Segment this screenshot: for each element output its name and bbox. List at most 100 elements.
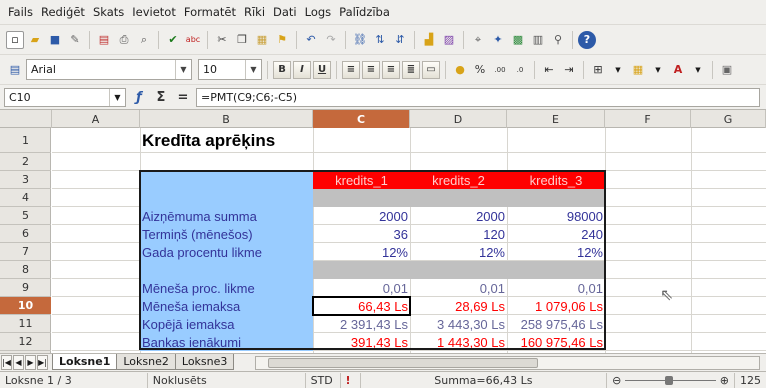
menu-tools[interactable]: Rīki [240,5,269,19]
menu-format[interactable]: Formatēt [180,5,240,19]
increase-indent-icon[interactable]: ⇥ [560,61,578,79]
sheet-tab-loksne1[interactable]: Loksne1 [52,354,118,370]
sheet-tab-loksne3[interactable]: Loksne3 [174,354,235,370]
next-sheet-icon[interactable]: ▶ [25,355,36,370]
chevron-down-icon[interactable]: ▼ [689,61,707,79]
menu-help[interactable]: Palīdzība [335,5,394,19]
edit-document-icon[interactable]: ✎ [66,31,84,49]
chevron-down-icon[interactable]: ▼ [245,60,261,79]
function-equals-icon[interactable]: = [174,88,192,107]
sheet-title[interactable]: Kredīta aprēķins [140,128,410,153]
menu-data[interactable]: Dati [269,5,301,19]
menu-file[interactable]: Fails [4,5,37,19]
row-header[interactable]: 6 [0,225,51,243]
sort-ascending-icon[interactable]: ⇅ [371,31,389,49]
find-icon[interactable]: ⌖ [469,31,487,49]
toolbar-options-icon[interactable]: ▣ [718,61,736,79]
borders-icon[interactable]: ⊞ [589,61,607,79]
zoom-icon[interactable]: ⚲ [549,31,567,49]
spreadsheet-grid[interactable]: Kredīta aprēķins kredits_1 kredits_2 kre… [52,128,766,353]
undo-icon[interactable]: ↶ [302,31,320,49]
zoom-in-icon[interactable]: ⊕ [720,374,729,387]
zoom-percent[interactable]: 125 [735,373,766,388]
selection-mode[interactable]: STD [306,372,341,388]
chevron-down-icon[interactable]: ▼ [109,88,125,106]
justify-icon[interactable]: ≣ [402,60,420,79]
column-header-d[interactable]: D [410,110,507,128]
data-sources-icon[interactable]: ▥ [529,31,547,49]
zoom-slider[interactable]: ⊖ ⊕ [607,372,735,388]
print-preview-icon[interactable]: ⌕ [135,31,153,49]
column-header-e[interactable]: E [507,110,605,128]
row-header[interactable]: 2 [0,153,51,171]
zoom-track[interactable] [625,375,716,385]
format-paintbrush-icon[interactable]: ⚑ [273,31,291,49]
last-sheet-icon[interactable]: ▶| [37,355,48,370]
merge-cells-icon[interactable]: ▭ [422,60,440,79]
redo-icon[interactable]: ↷ [322,31,340,49]
row-header[interactable]: 4 [0,189,51,207]
spellcheck-icon[interactable]: ✔ [164,31,182,49]
percent-format-icon[interactable]: % [471,61,489,79]
new-document-icon[interactable]: ▫ [6,30,24,49]
font-name-select[interactable]: Arial ▼ [26,59,192,80]
help-icon[interactable]: ? [578,30,596,49]
open-folder-icon[interactable]: ▰ [26,31,44,49]
previous-sheet-icon[interactable]: ◀ [13,355,24,370]
underline-icon[interactable]: U [313,60,331,79]
pivot-table-icon[interactable]: ▨ [440,31,458,49]
row-header[interactable]: 12 [0,333,51,351]
sort-descending-icon[interactable]: ⇵ [391,31,409,49]
menu-view[interactable]: Skats [89,5,128,19]
first-sheet-icon[interactable]: |◀ [1,355,12,370]
select-all-corner[interactable] [0,110,52,128]
decrease-indent-icon[interactable]: ⇤ [540,61,558,79]
row-header[interactable]: 5 [0,207,51,225]
paste-icon[interactable]: ▦ [253,31,271,49]
horizontal-scrollbar[interactable] [255,356,760,370]
column-header-a[interactable]: A [52,110,140,128]
scrollbar-thumb[interactable] [268,358,538,368]
add-decimal-icon[interactable]: .00 [491,61,509,79]
row-header[interactable]: 3 [0,171,51,189]
row-header[interactable]: 7 [0,243,51,261]
currency-format-icon[interactable]: ● [451,61,469,79]
column-header-f[interactable]: F [605,110,691,128]
font-size-select[interactable]: 10 ▼ [198,59,262,80]
export-pdf-icon[interactable]: ▤ [95,31,113,49]
zoom-handle[interactable] [665,375,674,385]
chevron-down-icon[interactable]: ▼ [609,61,627,79]
bold-icon[interactable]: B [273,60,291,79]
navigator-icon[interactable]: ✦ [489,31,507,49]
sum-icon[interactable]: Σ [152,88,170,107]
autospell-icon[interactable]: abc [184,31,202,49]
formula-input[interactable]: =PMT(C9;C6;-C5) [196,87,760,107]
styles-icon[interactable]: ▤ [6,61,24,79]
row-header[interactable]: 11 [0,315,51,333]
column-header-g[interactable]: G [691,110,766,128]
chevron-down-icon[interactable]: ▼ [175,60,191,79]
cut-icon[interactable]: ✂ [213,31,231,49]
italic-icon[interactable]: I [293,60,311,79]
sheet-tab-loksne2[interactable]: Loksne2 [116,354,176,370]
column-header-b[interactable]: B [140,110,313,128]
align-left-icon[interactable]: ≡ [342,60,360,79]
save-icon[interactable]: ■ [46,31,64,49]
chart-icon[interactable]: ▟ [420,31,438,49]
print-icon[interactable]: ⎙ [115,31,133,49]
remove-decimal-icon[interactable]: .0 [511,61,529,79]
chevron-down-icon[interactable]: ▼ [649,61,667,79]
function-wizard-icon[interactable]: ƒ [130,88,148,107]
menu-insert[interactable]: Ievietot [128,5,180,19]
background-color-icon[interactable]: ▦ [629,61,647,79]
column-header-c[interactable]: C [313,110,410,128]
menu-edit[interactable]: Rediģēt [37,5,89,19]
page-style[interactable]: Noklusēts [148,372,306,388]
zoom-out-icon[interactable]: ⊖ [612,374,621,387]
hyperlink-icon[interactable]: ⛓ [351,31,369,49]
font-color-icon[interactable]: A [669,61,687,79]
menu-window[interactable]: Logs [301,5,336,19]
copy-icon[interactable]: ❐ [233,31,251,49]
align-right-icon[interactable]: ≡ [382,60,400,79]
row-header[interactable]: 8 [0,261,51,279]
